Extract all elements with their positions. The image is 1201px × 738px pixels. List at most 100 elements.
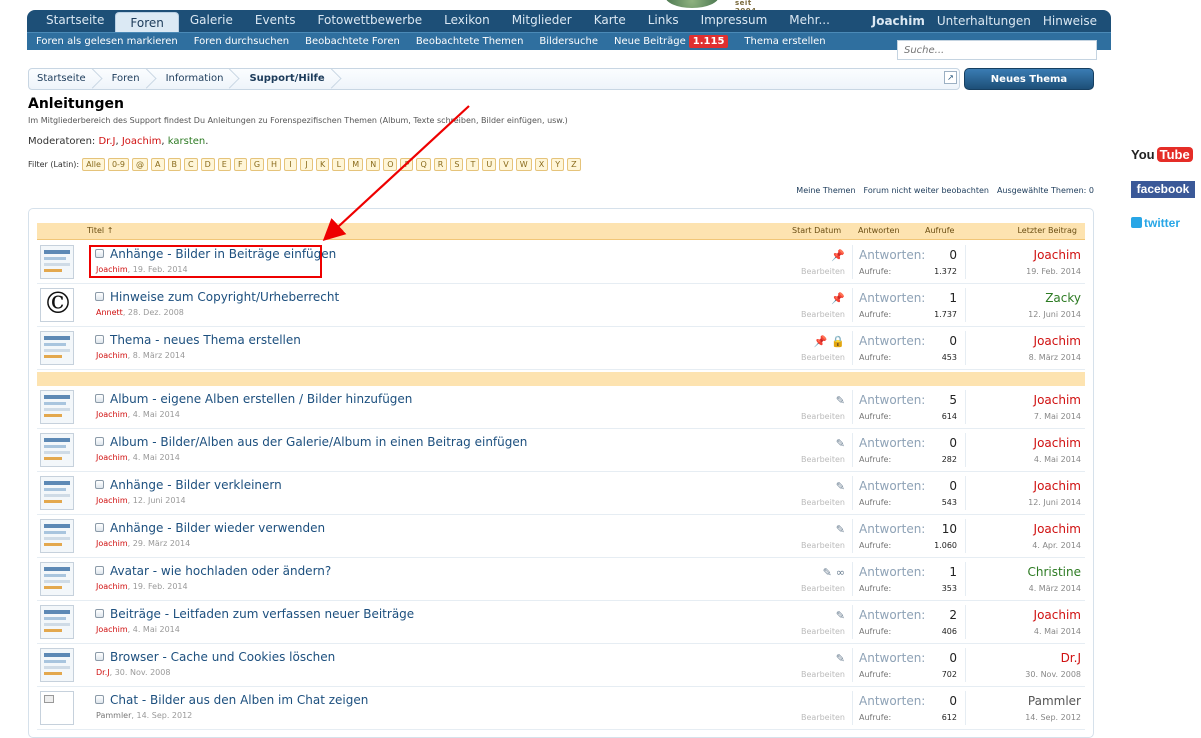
last-post-date-link[interactable]: 12. Juni 2014 (1028, 498, 1081, 507)
thread-author-link[interactable]: Pammler (96, 711, 131, 720)
thread-thumbnail[interactable] (40, 562, 74, 596)
thread-thumbnail[interactable] (40, 691, 74, 725)
thread-title-link[interactable]: Avatar - wie hochladen oder ändern? (110, 564, 331, 578)
thread-thumbnail[interactable]: © (40, 288, 74, 322)
subnav-link[interactable]: Thema erstellen (736, 36, 833, 47)
nav-tab[interactable]: Mitglieder (501, 10, 583, 32)
nav-tab[interactable]: Events (244, 10, 307, 32)
thread-author-link[interactable]: Dr.J (96, 668, 110, 677)
filter-chip[interactable]: 0-9 (107, 158, 130, 171)
thread-select-checkbox[interactable] (95, 480, 104, 489)
subnav-link[interactable]: Beobachtete Foren (297, 36, 408, 47)
last-post-date-link[interactable]: 4. Mai 2014 (1034, 627, 1081, 636)
thread-select-checkbox[interactable] (95, 652, 104, 661)
last-post-user-link[interactable]: Joachim (1034, 248, 1081, 262)
filter-chip[interactable]: X (534, 158, 549, 171)
thread-start-date[interactable]: 30. Nov. 2008 (115, 668, 171, 677)
filter-chip[interactable]: E (217, 158, 231, 171)
thread-start-date[interactable]: 12. Juni 2014 (133, 496, 186, 505)
thread-thumbnail[interactable] (40, 433, 74, 467)
thread-select-checkbox[interactable] (95, 437, 104, 446)
thread-author-link[interactable]: Joachim (96, 496, 128, 505)
thread-select-checkbox[interactable] (95, 335, 104, 344)
thread-author-link[interactable]: Joachim (96, 453, 128, 462)
last-post-user-link[interactable]: Joachim (1034, 522, 1081, 536)
thread-title-link[interactable]: Anhänge - Bilder verkleinern (110, 478, 282, 492)
moderator-link[interactable]: karsten (168, 136, 205, 147)
thread-title-link[interactable]: Chat - Bilder aus den Alben im Chat zeig… (110, 693, 368, 707)
edit-thread-link[interactable]: Bearbeiten (801, 498, 845, 507)
thread-start-date[interactable]: 28. Dez. 2008 (128, 308, 184, 317)
edit-thread-link[interactable]: Bearbeiten (801, 353, 845, 362)
moderator-link[interactable]: Joachim (122, 136, 162, 147)
filter-chip[interactable]: W (515, 158, 532, 171)
last-post-date-link[interactable]: 14. Sep. 2012 (1025, 713, 1081, 722)
thread-start-date[interactable]: 19. Feb. 2014 (133, 582, 188, 591)
filter-chip[interactable]: V (499, 158, 513, 171)
breadcrumb-item[interactable]: Startseite (29, 69, 98, 89)
nav-tab[interactable]: Lexikon (433, 10, 501, 32)
last-post-user-link[interactable]: Pammler (1028, 694, 1081, 708)
new-thread-button[interactable]: Neues Thema erstellen (964, 68, 1094, 107)
subnav-link[interactable]: Foren durchsuchen (186, 36, 297, 47)
thread-start-date[interactable]: 8. März 2014 (133, 351, 185, 360)
last-post-user-link[interactable]: Christine (1027, 565, 1081, 579)
filter-chip[interactable]: U (482, 158, 497, 171)
edit-thread-link[interactable]: Bearbeiten (801, 455, 845, 464)
user-menu-link[interactable]: Joachim (866, 14, 931, 28)
last-post-date-link[interactable]: 4. Mai 2014 (1034, 455, 1081, 464)
subnav-link[interactable]: Bildersuche (531, 36, 606, 47)
last-post-date-link[interactable]: 8. März 2014 (1029, 353, 1081, 362)
thread-start-date[interactable]: 4. Mai 2014 (133, 625, 180, 634)
edit-thread-link[interactable]: Bearbeiten (801, 670, 845, 679)
moderator-link[interactable]: Dr.J (98, 136, 115, 147)
last-post-date-link[interactable]: 4. März 2014 (1029, 584, 1081, 593)
alerts-link[interactable]: Hinweise (1037, 14, 1103, 28)
thread-start-date[interactable]: 14. Sep. 2012 (136, 711, 192, 720)
filter-chip[interactable]: M (348, 158, 364, 171)
filter-chip[interactable]: F (233, 158, 247, 171)
edit-thread-link[interactable]: Bearbeiten (801, 713, 845, 722)
thread-select-checkbox[interactable] (95, 292, 104, 301)
edit-thread-link[interactable]: Bearbeiten (801, 541, 845, 550)
thread-title-link[interactable]: Anhänge - Bilder wieder verwenden (110, 521, 325, 535)
views-header[interactable]: Aufrufe (925, 226, 954, 235)
filter-chip[interactable]: Alle (82, 158, 105, 171)
filter-chip[interactable]: B (167, 158, 181, 171)
thread-thumbnail[interactable] (40, 605, 74, 639)
filter-chip[interactable]: T (466, 158, 480, 171)
filter-chip[interactable]: G (249, 158, 265, 171)
thread-author-link[interactable]: Joachim (96, 410, 128, 419)
filter-chip[interactable]: Z (567, 158, 581, 171)
thread-start-date[interactable]: 29. März 2014 (133, 539, 190, 548)
last-post-date-link[interactable]: 4. Apr. 2014 (1032, 541, 1081, 550)
nav-tab[interactable]: Fotowettbewerbe (307, 10, 434, 32)
thread-author-link[interactable]: Joachim (96, 625, 128, 634)
breadcrumb-item[interactable]: Foren (104, 69, 152, 89)
subnav-link[interactable]: Beobachtete Themen (408, 36, 532, 47)
thread-title-link[interactable]: Thema - neues Thema erstellen (110, 333, 301, 347)
last-post-user-link[interactable]: Joachim (1034, 334, 1081, 348)
thread-title-link[interactable]: Album - Bilder/Alben aus der Galerie/Alb… (110, 435, 527, 449)
filter-chip[interactable]: Q (416, 158, 431, 171)
my-threads-link[interactable]: Meine Themen (796, 186, 855, 195)
breadcrumb-item[interactable]: Information (158, 69, 236, 89)
filter-chip[interactable]: @ (132, 158, 149, 171)
filter-chip[interactable]: Y (551, 158, 565, 171)
thread-select-checkbox[interactable] (95, 566, 104, 575)
conversations-link[interactable]: Unterhaltungen (931, 14, 1037, 28)
nav-tab[interactable]: Foren (115, 12, 179, 32)
thread-select-checkbox[interactable] (95, 695, 104, 704)
last-post-user-link[interactable]: Joachim (1034, 393, 1081, 407)
twitter-link[interactable]: twitter (1131, 216, 1195, 230)
filter-chip[interactable]: S (450, 158, 464, 171)
replies-header[interactable]: Antworten (858, 226, 900, 235)
filter-chip[interactable]: N (366, 158, 381, 171)
thread-thumbnail[interactable] (40, 476, 74, 510)
last-post-date-link[interactable]: 30. Nov. 2008 (1025, 670, 1081, 679)
nav-tab[interactable]: Karte (583, 10, 637, 32)
jump-to-icon[interactable]: ↗ (944, 71, 957, 84)
thread-select-checkbox[interactable] (95, 394, 104, 403)
filter-chip[interactable]: L (332, 158, 346, 171)
last-post-user-link[interactable]: Joachim (1034, 479, 1081, 493)
